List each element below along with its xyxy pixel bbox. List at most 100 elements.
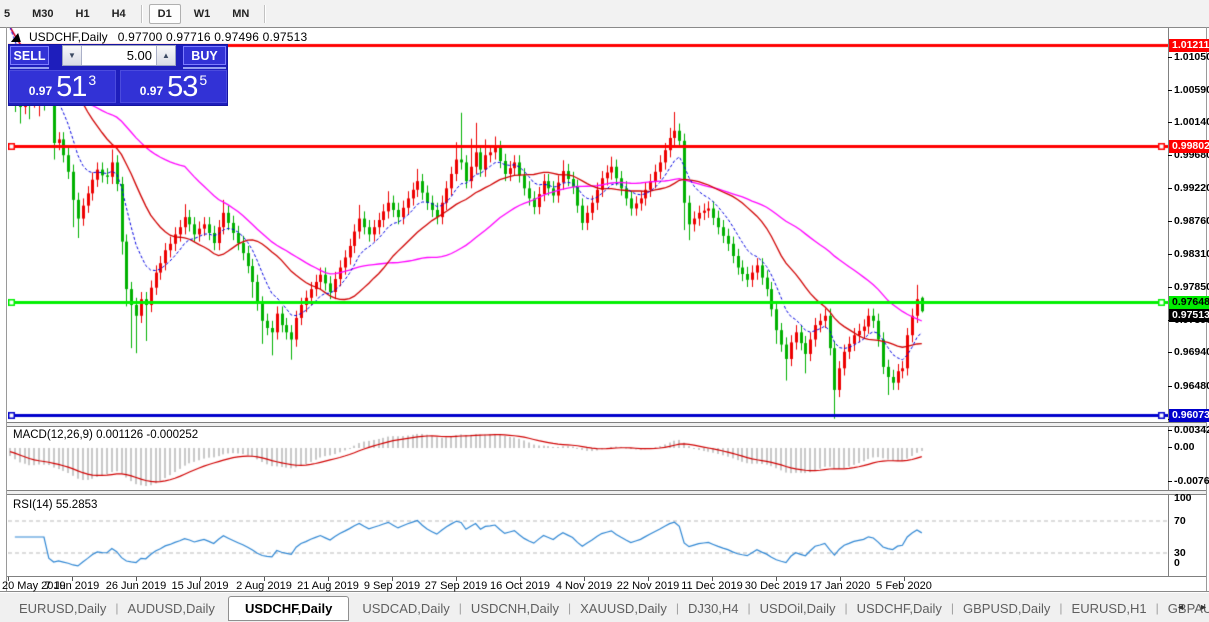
chart-ohlc-values: 0.97700 0.97716 0.97496 0.97513: [117, 30, 308, 44]
chart-tab-usdchf-daily[interactable]: USDCHF,Daily: [227, 595, 350, 621]
mt4-terminal: 5 M30 H1 H4 D1 W1 MN USDCHF,Daily 0.97700 0.97…: [0, 0, 1209, 622]
rsi-label: RSI(14) 55.2853: [13, 499, 98, 511]
price-axis-tickmark: [1168, 253, 1172, 255]
macd-axis-tick: [1168, 430, 1172, 431]
date-label: 30 Dec 2019: [744, 580, 808, 592]
buy-price-small: 0.97: [139, 84, 164, 98]
price-axis-tickmark: [1168, 188, 1172, 190]
price-axis-tickmark: [1168, 385, 1172, 387]
rsi-pane-canvas[interactable]: [8, 496, 1168, 576]
tabs-scroll-right-icon[interactable]: ►: [1199, 602, 1208, 612]
date-label: 9 Sep 2019: [363, 580, 421, 592]
timeframe-button-mn[interactable]: MN: [223, 4, 258, 24]
pane-splitter-rsi[interactable]: [7, 490, 1206, 495]
date-label: 15 Jul 2019: [171, 580, 229, 592]
volume-spinner: ▼ 5.00 ▲: [62, 45, 176, 66]
chart-info-line: USDCHF,Daily 0.97700 0.97716 0.97496 0.9…: [10, 30, 308, 44]
date-label: 22 Nov 2019: [616, 580, 680, 592]
volume-value[interactable]: 5.00: [82, 46, 156, 65]
price-axis-tickmark: [1168, 56, 1172, 58]
timeframe-button-m30[interactable]: M30: [23, 4, 62, 24]
price-axis-tickmark: [1168, 89, 1172, 91]
buy-button[interactable]: BUY: [183, 46, 226, 65]
date-label: 21 Aug 2019: [297, 580, 359, 592]
sell-price-small: 0.97: [28, 84, 53, 98]
rsi-axis-label: 100: [1174, 491, 1192, 504]
buy-price-sup: 5: [199, 72, 208, 88]
macd-axis-tick: [1168, 481, 1172, 482]
sell-price-box[interactable]: 0.97 51 3: [9, 70, 116, 103]
pane-splitter-macd[interactable]: [7, 422, 1206, 427]
buy-price-box[interactable]: 0.97 53 5: [120, 70, 227, 103]
price-badge-0.97648: 0.97648: [1169, 295, 1209, 309]
timeframe-button-h4[interactable]: H4: [103, 4, 135, 24]
timeframe-toolbar: 5 M30 H1 H4 D1 W1 MN: [0, 0, 1209, 28]
sell-price-big: 51: [56, 71, 87, 103]
price-badge-0.97513: 0.97513: [1169, 308, 1209, 322]
date-label: 26 Jun 2019: [105, 580, 167, 592]
price-axis-label: 0.96480: [1174, 379, 1209, 392]
price-axis-tickmark: [1168, 221, 1172, 223]
chart-tabs: EURUSD,Daily | AUDUSD,Daily USDCHF,Daily USD…: [10, 593, 1209, 622]
volume-decrease-button[interactable]: ▼: [63, 46, 82, 65]
timeframe-button-d1[interactable]: D1: [148, 3, 181, 24]
macd-label: MACD(12,26,9) 0.001126 -0.000252: [13, 429, 199, 441]
price-axis-label: 0.99220: [1174, 182, 1209, 195]
chart-tab-dj30-h4[interactable]: DJ30,H4: [679, 601, 748, 616]
date-label: 27 Sep 2019: [424, 580, 488, 592]
price-axis-tickmark: [1168, 286, 1172, 288]
macd-axis-tick: [1168, 447, 1172, 448]
chart-tab-eurusd-daily[interactable]: EURUSD,Daily: [10, 601, 115, 616]
buy-underline: [183, 67, 226, 69]
price-axis-label: 0.96940: [1174, 346, 1209, 359]
sell-price-sup: 3: [88, 72, 97, 88]
chart-tab-audusd-daily[interactable]: AUDUSD,Daily: [119, 601, 224, 616]
timeframe-button-w1[interactable]: W1: [185, 4, 220, 24]
date-label: 7 Jun 2019: [44, 580, 100, 592]
price-axis-tickmark: [1168, 155, 1172, 157]
date-label: 11 Dec 2019: [681, 580, 743, 592]
price-badge-1.01211: 1.01211: [1169, 38, 1209, 52]
chart-symbol-label: USDCHF,Daily: [29, 30, 108, 44]
date-label: 17 Jan 2020: [809, 580, 871, 592]
price-axis-tickmark: [1168, 122, 1172, 124]
one-click-trade-panel: SELL ▼ 5.00 ▲ BUY 0.97 51 3 0.97 53 5: [8, 44, 228, 106]
chart-tab-usdchf-daily[interactable]: USDCHF,Daily: [848, 601, 951, 616]
date-label: 2 Aug 2019: [236, 580, 292, 592]
timeframe-button-h1[interactable]: H1: [67, 4, 99, 24]
volume-increase-button[interactable]: ▲: [156, 46, 175, 65]
tabs-scroll-left-icon[interactable]: ◄: [1176, 602, 1185, 612]
sell-underline: [10, 67, 49, 69]
window-border-left: [6, 27, 7, 592]
toolbar-separator: [140, 4, 143, 23]
date-label: 5 Feb 2020: [876, 580, 932, 592]
macd-axis-min: -0.007615: [1174, 475, 1209, 487]
chart-tab-usdcad-daily[interactable]: USDCAD,Daily: [353, 601, 458, 616]
chart-tab-eurusd-h1[interactable]: EURUSD,H1: [1063, 601, 1156, 616]
timeframe-button-5[interactable]: 5: [0, 4, 19, 24]
macd-axis-zero: 0.00: [1174, 441, 1195, 453]
price-axis-label: 0.98310: [1174, 247, 1209, 260]
price-axis-label: 0.98760: [1174, 215, 1209, 228]
price-axis-tickmark: [1168, 352, 1172, 354]
buy-price-big: 53: [167, 71, 198, 103]
chart-marker-icon: [10, 32, 24, 42]
chart-tab-xauusd-daily[interactable]: XAUUSD,Daily: [571, 601, 676, 616]
date-label: 16 Oct 2019: [490, 580, 550, 592]
date-label: 4 Nov 2019: [555, 580, 613, 592]
macd-axis-max: 0.003428: [1174, 424, 1209, 436]
price-axis-label: 0.97850: [1174, 280, 1209, 293]
chart-tab-gbpusd-daily[interactable]: GBPUSD,Daily: [954, 601, 1059, 616]
price-badge-0.99802: 0.99802: [1169, 139, 1209, 153]
chart-tabbar: EURUSD,Daily | AUDUSD,Daily USDCHF,Daily USD…: [0, 592, 1209, 622]
price-axis-label: 1.01050: [1174, 50, 1209, 63]
timeframe-bar: 5 M30 H1 H4 D1 W1 MN: [0, 3, 270, 24]
sell-button[interactable]: SELL: [10, 46, 49, 65]
price-axis-label: 1.00590: [1174, 83, 1209, 96]
price-axis-label: 1.00140: [1174, 116, 1209, 129]
rsi-axis-label: 70: [1174, 515, 1186, 527]
chart-tab-usdcnh-daily[interactable]: USDCNH,Daily: [462, 601, 568, 616]
price-badge-0.96073: 0.96073: [1169, 408, 1209, 422]
rsi-axis-label: 0: [1174, 557, 1180, 569]
chart-tab-usdoil-daily[interactable]: USDOil,Daily: [751, 601, 845, 616]
